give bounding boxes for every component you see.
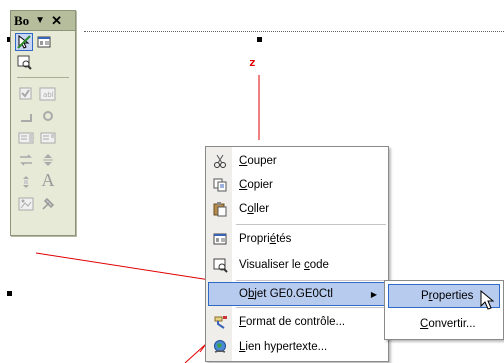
- format-brush-icon: [211, 313, 229, 331]
- radio-icon[interactable]: [39, 107, 57, 125]
- toolbox-close-icon[interactable]: ✕: [51, 13, 62, 29]
- checkbox-icon[interactable]: [17, 85, 35, 103]
- menu-item-coller[interactable]: Coller: [207, 197, 387, 221]
- scroll-icon[interactable]: [17, 173, 35, 191]
- mouse-cursor-icon: [480, 290, 495, 310]
- submenu-arrow-icon: ▶: [370, 289, 377, 299]
- submenu-item-label: Convertir...: [420, 318, 476, 330]
- menu-separator: [236, 307, 386, 308]
- menu-item-objet-geoctl[interactable]: Objet GE0.GE0Ctl ▶: [208, 282, 386, 306]
- resize-handle-left[interactable]: [7, 291, 12, 296]
- z-axis-label: z: [249, 56, 256, 69]
- toolbox-dropdown-icon[interactable]: ▼: [35, 15, 45, 26]
- menu-item-label: Propriétés: [239, 233, 292, 245]
- svg-text:abl: abl: [43, 91, 54, 99]
- toolbox-separator: [17, 77, 69, 78]
- copy-icon: [211, 176, 229, 194]
- resize-handle-top[interactable]: [257, 37, 262, 42]
- properties-icon: [211, 230, 229, 248]
- spinner-icon[interactable]: [39, 151, 57, 169]
- menu-item-proprietes[interactable]: Propriétés: [207, 227, 387, 251]
- menu-item-couper[interactable]: Couper: [207, 149, 387, 173]
- view-code-icon[interactable]: [15, 53, 33, 71]
- scissors-icon: [211, 152, 229, 170]
- textbox-icon[interactable]: abl: [39, 85, 57, 103]
- more-controls-icon[interactable]: [39, 195, 57, 213]
- toolbox-window[interactable]: Bo ▼ ✕ abl A: [10, 10, 76, 236]
- selection-border: [84, 31, 504, 32]
- menu-item-format-controle[interactable]: Format de contrôle...: [207, 310, 387, 334]
- menu-item-label: Copier: [239, 179, 273, 191]
- properties-icon[interactable]: [35, 33, 53, 51]
- toolbox-title: Bo: [14, 12, 30, 28]
- hyperlink-globe-icon: [211, 338, 229, 356]
- menu-item-visualiser-code[interactable]: Visualiser le code: [207, 253, 387, 277]
- menu-item-lien-hypertexte[interactable]: Lien hypertexte...: [207, 335, 387, 359]
- menu-item-label: Lien hypertexte...: [239, 341, 328, 353]
- submenu-item-convertir[interactable]: Convertir...: [386, 312, 500, 336]
- menu-item-label: Couper: [239, 155, 277, 167]
- toolbox-titlebar[interactable]: Bo ▼ ✕: [11, 11, 75, 31]
- image-icon[interactable]: [17, 195, 35, 213]
- menu-item-copier[interactable]: Copier: [207, 173, 387, 197]
- menu-item-label: Visualiser le code: [239, 259, 329, 271]
- menu-item-label: Objet GE0.GE0Ctl: [239, 288, 333, 300]
- view-code-icon: [211, 256, 229, 274]
- menu-separator: [236, 224, 386, 225]
- select-objects-icon[interactable]: [15, 33, 33, 51]
- listbox-icon[interactable]: [17, 129, 35, 147]
- combobox-icon[interactable]: [39, 129, 57, 147]
- scrollbar-icon[interactable]: [17, 151, 35, 169]
- context-menu[interactable]: Couper Copier Coller Propriétés Visualis…: [205, 146, 389, 362]
- label-icon[interactable]: A: [39, 170, 57, 190]
- line-icon[interactable]: [17, 107, 35, 125]
- menu-separator: [236, 280, 386, 281]
- menu-item-label: Format de contrôle...: [239, 316, 346, 328]
- paste-icon: [211, 200, 229, 218]
- menu-item-label: Coller: [239, 203, 270, 215]
- submenu-item-label: Properties: [421, 290, 474, 302]
